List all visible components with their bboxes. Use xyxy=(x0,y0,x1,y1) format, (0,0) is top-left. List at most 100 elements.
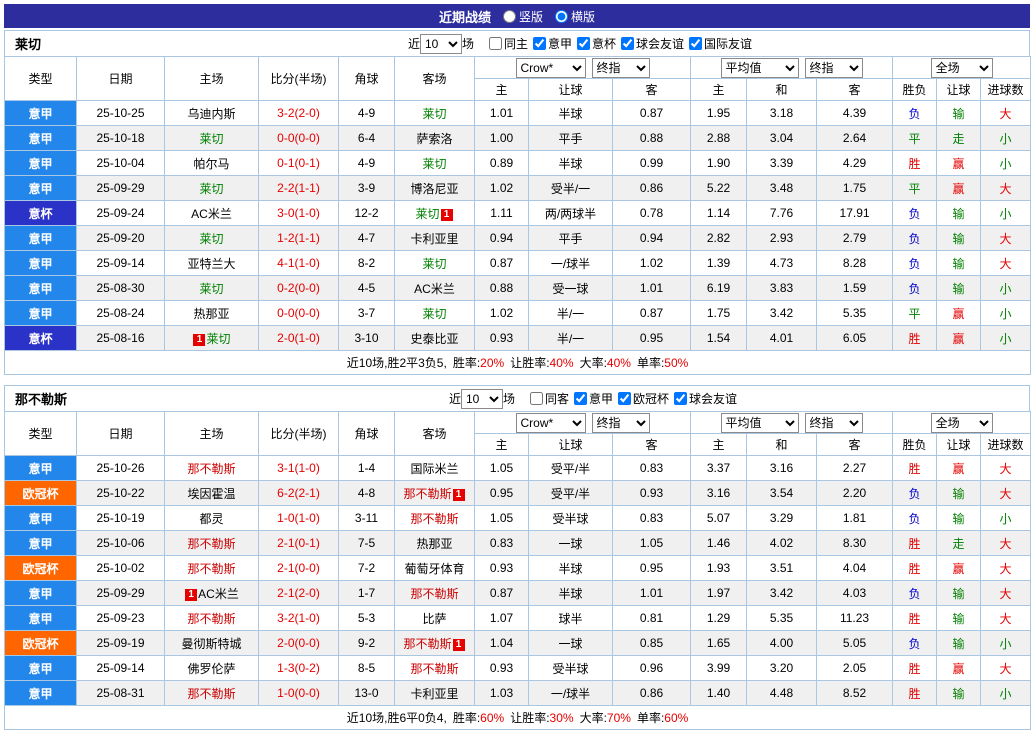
competition-checkbox[interactable] xyxy=(674,392,688,405)
competition-filter[interactable]: 意杯 xyxy=(572,35,616,52)
team-name-text: 亚特兰大 xyxy=(187,256,236,271)
competition-checkbox[interactable] xyxy=(621,37,635,50)
score: 3-2(2-0) xyxy=(258,100,339,126)
competition-checkbox[interactable] xyxy=(533,37,546,50)
odds-away: 4.04 xyxy=(816,555,894,581)
result-outcome: 平 xyxy=(892,125,938,151)
corners: 8-5 xyxy=(338,655,395,681)
handicap-line: 半球 xyxy=(528,150,613,176)
match-row: 意甲 25-10-26 那不勒斯 3-1(1-0) 1-4 国际米兰 1.05 受平/半 0.8… xyxy=(4,455,1032,481)
handicap-away-odds: 0.85 xyxy=(611,630,692,656)
result-goals: 大 xyxy=(980,605,1032,631)
handicap-time-select[interactable]: 终指 xyxy=(591,57,650,78)
handicap-away-odds: 1.02 xyxy=(611,250,692,276)
match-row: 意杯 25-09-24 AC米兰 3-0(1-0) 12-2 莱切 1 1.11 两/两球半 0.… xyxy=(4,200,1032,226)
odds-dropdowns-cell: 平均值 终指 xyxy=(690,411,894,434)
competition-checkbox[interactable] xyxy=(574,392,587,405)
team-name-text: 比萨 xyxy=(422,611,447,626)
team-name: 莱切 xyxy=(15,37,42,52)
scope-select[interactable]: 全场 xyxy=(930,412,993,433)
odds-company-select[interactable]: 平均值 xyxy=(720,412,799,433)
result-handicap: 输 xyxy=(936,480,982,506)
result-outcome: 负 xyxy=(892,225,938,251)
layout-label-horizontal: 横版 xyxy=(571,9,596,24)
handicap-away-odds: 0.83 xyxy=(611,505,692,531)
away-team: 莱切 xyxy=(394,150,475,176)
odds-away: 1.59 xyxy=(816,275,894,301)
result-goals: 大 xyxy=(980,225,1032,251)
result-outcome: 胜 xyxy=(892,325,938,351)
competition-label: 意甲 xyxy=(548,37,573,51)
competition-checkbox[interactable] xyxy=(577,37,591,50)
away-team: 博洛尼亚 xyxy=(394,175,475,201)
summary-stat-value: 70% xyxy=(606,711,631,725)
competition-filter[interactable]: 欧冠杯 xyxy=(613,390,669,407)
handicap-company-select[interactable]: Crow* xyxy=(515,57,586,78)
corners: 4-7 xyxy=(338,225,395,251)
odds-company-select[interactable]: 平均值 xyxy=(720,57,799,78)
handicap-line: 一球 xyxy=(528,530,613,556)
competition-filter[interactable]: 国际友谊 xyxy=(684,35,752,52)
match-row: 欧冠杯 25-10-02 那不勒斯 2-1(0-0) 7-2 葡萄牙体育 0.93 半球 0.9… xyxy=(4,555,1032,581)
team-name-text: 卡利亚里 xyxy=(410,686,459,701)
away-team: 萨索洛 xyxy=(394,125,475,151)
score: 3-0(1-0) xyxy=(258,200,339,226)
layout-option-horizontal[interactable]: 横版 xyxy=(555,8,595,25)
competition-label: 球会友谊 xyxy=(689,392,738,406)
competition-filter[interactable]: 意甲 xyxy=(528,35,572,52)
odds-draw: 3.39 xyxy=(746,150,818,176)
column-subheader: 主 xyxy=(690,433,748,456)
layout-option-vertical[interactable]: 竖版 xyxy=(502,8,543,25)
away-team: 比萨 xyxy=(394,605,475,631)
competition-checkbox[interactable] xyxy=(689,37,703,50)
score: 6-2(2-1) xyxy=(258,480,339,506)
result-handicap: 输 xyxy=(936,680,982,706)
home-team: 莱切 xyxy=(164,175,259,201)
team-name-text: 博洛尼亚 xyxy=(410,181,459,196)
odds-away: 8.30 xyxy=(816,530,894,556)
odds-away: 4.29 xyxy=(816,150,894,176)
team-name-text: 卡利亚里 xyxy=(410,231,459,246)
layout-radio-vertical[interactable] xyxy=(502,9,516,23)
team-name-text: 莱切 xyxy=(199,181,224,196)
corners: 4-9 xyxy=(338,150,395,176)
team-name: 那不勒斯 xyxy=(15,392,68,407)
odds-away: 17.91 xyxy=(816,200,894,226)
handicap-home-odds: 1.04 xyxy=(474,630,529,656)
same-venue-checkbox[interactable] xyxy=(529,392,543,405)
competition-type: 意甲 xyxy=(4,530,77,556)
corners: 3-7 xyxy=(338,300,395,326)
recent-count-select[interactable]: 10 xyxy=(419,33,462,54)
odds-home: 1.29 xyxy=(690,605,748,631)
recent-prefix-label: 近 xyxy=(448,392,461,406)
away-team: 莱切 xyxy=(394,300,475,326)
result-handicap: 走 xyxy=(936,125,982,151)
handicap-away-odds: 1.01 xyxy=(611,580,692,606)
competition-filter[interactable]: 意甲 xyxy=(569,390,613,407)
result-outcome: 负 xyxy=(892,630,938,656)
recent-count-select[interactable]: 10 xyxy=(460,388,503,409)
column-header: 比分(半场) xyxy=(258,411,339,456)
odds-draw: 7.76 xyxy=(746,200,818,226)
odds-time-select[interactable]: 终指 xyxy=(804,57,863,78)
same-venue-checkbox[interactable] xyxy=(488,37,502,50)
odds-dropdowns-cell: 平均值 终指 xyxy=(690,56,894,79)
same-venue-filter[interactable]: 同客 xyxy=(525,390,569,407)
competition-filter[interactable]: 球会友谊 xyxy=(616,35,684,52)
competition-type: 意甲 xyxy=(4,455,77,481)
column-subheader: 客 xyxy=(611,78,692,101)
column-header: 角球 xyxy=(338,56,395,101)
competition-checkbox[interactable] xyxy=(618,392,632,405)
column-subheader: 客 xyxy=(816,433,894,456)
match-date: 25-10-18 xyxy=(76,125,165,151)
scope-select[interactable]: 全场 xyxy=(930,57,993,78)
handicap-company-select[interactable]: Crow* xyxy=(515,412,586,433)
handicap-time-select[interactable]: 终指 xyxy=(591,412,650,433)
same-venue-filter[interactable]: 同主 xyxy=(484,35,528,52)
handicap-away-odds: 0.95 xyxy=(611,325,692,351)
match-date: 25-10-26 xyxy=(76,455,165,481)
odds-time-select[interactable]: 终指 xyxy=(804,412,863,433)
competition-filter[interactable]: 球会友谊 xyxy=(669,390,737,407)
result-outcome: 胜 xyxy=(892,455,938,481)
layout-radio-horizontal[interactable] xyxy=(555,9,568,23)
